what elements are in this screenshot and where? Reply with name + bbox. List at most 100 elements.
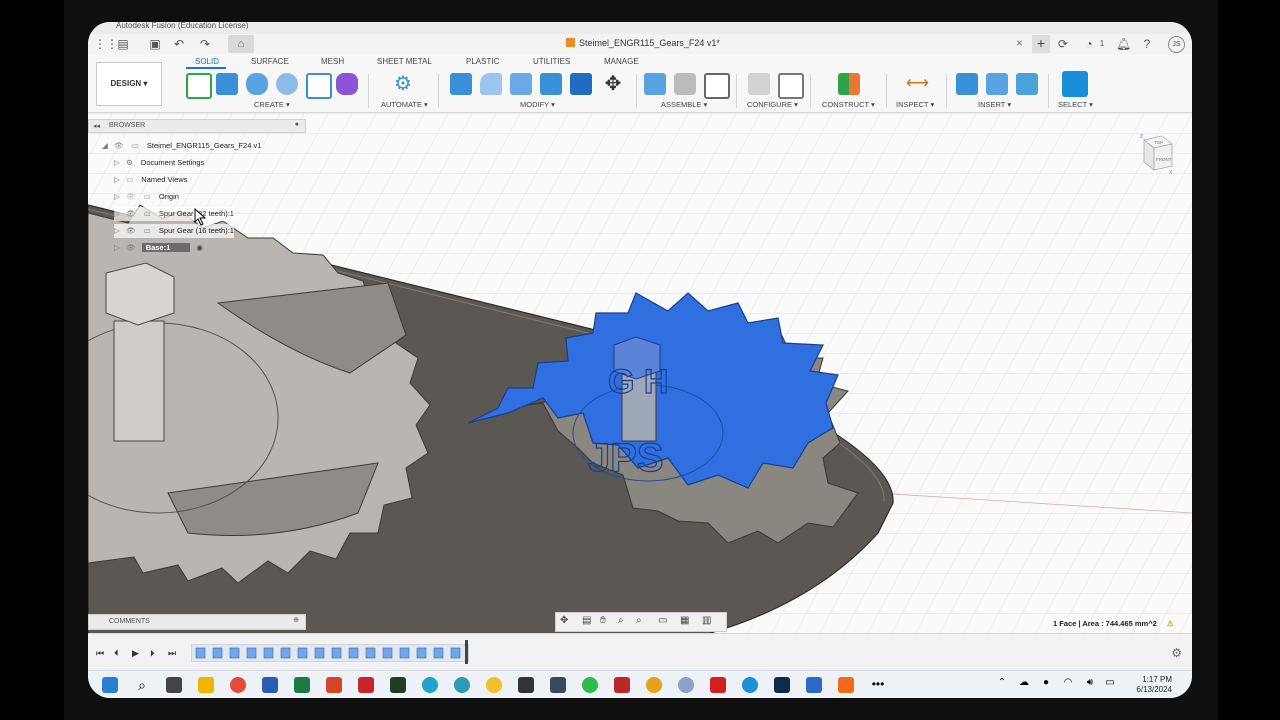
job-status-icon[interactable]: ◔ (1082, 37, 1096, 51)
photoshop-icon[interactable] (774, 677, 790, 693)
browser-item-spur-gear-32[interactable]: ▷ 👁︎ ▭ Spur Gear (32 teeth):1 (114, 207, 234, 221)
tray-network-icon[interactable]: ☁ (1016, 677, 1032, 693)
combine-icon[interactable] (570, 73, 592, 95)
dev-tool-icon[interactable] (518, 677, 534, 693)
group-construct[interactable]: CONSTRUCT ▾ (822, 100, 875, 109)
as-built-joint-icon[interactable] (704, 73, 730, 99)
browser-item-spur-gear-16[interactable]: ▷ 👁︎ ▭ Spur Gear (16 teeth):1 (114, 224, 234, 238)
press-pull-icon[interactable] (450, 73, 472, 95)
tray-mic-icon[interactable]: ● (1038, 677, 1054, 693)
chrome-icon[interactable] (230, 677, 246, 693)
timeline-next-button[interactable]: ⏵ (150, 648, 155, 659)
excel-icon[interactable] (294, 677, 310, 693)
visibility-eye-icon[interactable]: 👁︎ (126, 243, 136, 252)
settings-app-icon[interactable] (358, 677, 374, 693)
tab-sheet-metal[interactable]: SHEET METAL (377, 57, 432, 66)
green-app-icon[interactable] (582, 677, 598, 693)
browser-app-icon[interactable] (646, 677, 662, 693)
expand-arrow-icon[interactable]: ▷ (114, 241, 124, 255)
joint-icon[interactable] (674, 73, 696, 95)
browser-item-document-settings[interactable]: ▷ ⚙︎ Document Settings (114, 156, 204, 170)
help-icon[interactable]: ? (1140, 37, 1154, 51)
file-explorer-icon[interactable] (198, 677, 214, 693)
expand-arrow-icon[interactable]: ◢ (102, 139, 112, 153)
edge-icon[interactable] (742, 677, 758, 693)
timeline-marker[interactable] (465, 640, 468, 664)
timeline-prev-button[interactable]: ⏴ (114, 648, 119, 659)
expand-arrow-icon[interactable]: ▷ (114, 156, 124, 170)
undo-icon[interactable]: ↶ (172, 37, 186, 51)
powerpoint-icon[interactable] (326, 677, 342, 693)
browser-item-origin[interactable]: ▷ 👁︎ ▭ Origin (114, 190, 179, 204)
visibility-eye-icon[interactable]: 👁︎ (126, 226, 136, 235)
timeline-settings-gear-icon[interactable]: ⚙︎ (1171, 646, 1182, 660)
group-modify[interactable]: MODIFY ▾ (520, 100, 555, 109)
browser-collapse-icon[interactable]: ◂◂ (93, 122, 100, 130)
tab-mesh[interactable]: MESH (321, 57, 344, 66)
fusion-app-icon[interactable] (838, 677, 854, 693)
new-component-icon[interactable] (644, 73, 666, 95)
timeline-last-button[interactable]: ⏭ (168, 648, 176, 659)
video-editor-icon[interactable] (550, 677, 566, 693)
display-settings-icon[interactable]: ▭ (658, 615, 667, 626)
redo-icon[interactable]: ↷ (198, 37, 212, 51)
document-tab[interactable]: Steimel_ENGR115_Gears_F24 v1* (566, 38, 720, 48)
expand-arrow-icon[interactable]: ▷ (114, 190, 124, 204)
home-tab[interactable]: ⌂ (228, 35, 254, 53)
group-create[interactable]: CREATE ▾ (254, 100, 290, 109)
terminal-app-icon[interactable] (390, 677, 406, 693)
taskbar-clock[interactable]: 1:17 PM 6/13/2024 (1124, 675, 1172, 695)
visibility-eye-icon[interactable]: 👁︎ (114, 141, 124, 150)
tab-solid[interactable]: SOLID (195, 57, 219, 66)
viewports-icon[interactable]: ▥ (702, 615, 711, 626)
grid-snaps-icon[interactable]: ▦ (680, 615, 689, 626)
browser-root[interactable]: ◢ 👁︎ ▭ Steimel_ENGR115_Gears_F24 v1 (102, 139, 261, 153)
revolve-icon[interactable] (246, 73, 268, 95)
volume-icon[interactable]: 🔊︎ (1082, 677, 1098, 693)
save-icon[interactable]: ▣ (148, 37, 162, 51)
move-copy-icon[interactable]: ✥ (602, 73, 624, 95)
shell-icon[interactable] (540, 73, 562, 95)
extensions-icon[interactable]: ⟳ (1056, 37, 1070, 51)
earth-app-icon[interactable] (422, 677, 438, 693)
group-insert[interactable]: INSERT ▾ (978, 100, 1011, 109)
canvas-viewport[interactable]: G H JPS TOP FRONT Z X (88, 113, 1192, 633)
timeline-first-button[interactable]: ⏮ (96, 648, 104, 659)
group-assemble[interactable]: ASSEMBLE ▾ (661, 100, 707, 109)
visibility-eye-icon[interactable]: 👁︎ (126, 192, 136, 201)
task-view-icon[interactable] (166, 677, 182, 693)
model-canvas[interactable]: G H JPS (88, 113, 1192, 633)
automate-icon[interactable]: ⚙︎ (392, 73, 414, 95)
group-select[interactable]: SELECT ▾ (1058, 100, 1093, 109)
arduino-icon[interactable] (454, 677, 470, 693)
hole-icon[interactable] (276, 73, 298, 95)
close-tab-button[interactable]: × (1016, 36, 1023, 50)
fillet-icon[interactable] (480, 73, 502, 95)
measure-icon[interactable]: ⟷ (906, 73, 929, 95)
zoom-icon[interactable]: ⌕ (618, 615, 624, 626)
configure-icon[interactable] (748, 73, 770, 95)
user-avatar[interactable]: JS (1168, 36, 1185, 53)
acrobat-icon[interactable] (710, 677, 726, 693)
create-sketch-icon[interactable] (186, 73, 212, 99)
wifi-icon[interactable]: ◠ (1060, 677, 1076, 693)
select-icon[interactable] (1062, 71, 1088, 97)
tab-utilities[interactable]: UTILITIES (533, 57, 570, 66)
fit-zoom-icon[interactable]: ⌕ (636, 615, 642, 626)
activate-radio-icon[interactable]: ◉ (196, 243, 203, 252)
r-app-icon[interactable] (678, 677, 694, 693)
warning-icon[interactable]: ⚠ (1167, 619, 1174, 628)
tab-plastic[interactable]: PLASTIC (466, 57, 499, 66)
store-icon[interactable] (806, 677, 822, 693)
tab-manage[interactable]: MANAGE (604, 57, 639, 66)
notification-bell-icon[interactable]: 🔔︎ (1116, 37, 1131, 51)
expand-arrow-icon[interactable]: ▷ (114, 173, 124, 187)
rectangular-pattern-icon[interactable] (306, 73, 332, 99)
word-icon[interactable] (262, 677, 278, 693)
comments-add-icon[interactable]: ⊕ (293, 616, 299, 624)
search-icon[interactable]: ⌕ (134, 677, 150, 693)
insert-canvas-icon[interactable] (1016, 73, 1038, 95)
expand-arrow-icon[interactable]: ▷ (114, 224, 124, 238)
group-configure[interactable]: CONFIGURE ▾ (747, 100, 798, 109)
look-at-icon[interactable]: ▤ (582, 615, 591, 626)
